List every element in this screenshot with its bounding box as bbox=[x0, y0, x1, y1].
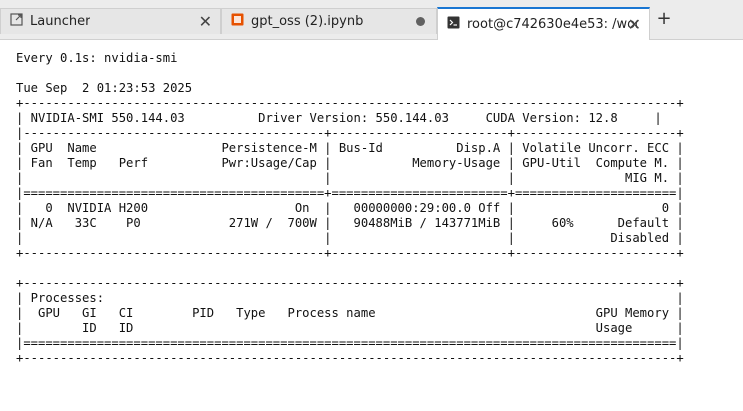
terminal-pane[interactable]: Every 0.1s: nvidia-smi Tue Sep 2 01:23:5… bbox=[0, 41, 743, 411]
tab-bar: Launcher ✕ gpt_oss (2).ipynb root@c74263… bbox=[0, 0, 743, 40]
terminal-line: | Fan Temp Perf Pwr:Usage/Cap | Memory-U… bbox=[16, 156, 684, 170]
notebook-icon bbox=[231, 13, 244, 30]
terminal-line: Tue Sep 2 01:23:53 2025 bbox=[16, 81, 193, 95]
terminal-line: | Processes: | bbox=[16, 291, 684, 305]
terminal-line: | ID ID Usage | bbox=[16, 321, 684, 335]
tab-label: Launcher bbox=[30, 14, 91, 29]
terminal-line: +---------------------------------------… bbox=[16, 351, 684, 365]
terminal-output: Every 0.1s: nvidia-smi Tue Sep 2 01:23:5… bbox=[16, 51, 684, 366]
terminal-line: +---------------------------------------… bbox=[16, 96, 684, 110]
terminal-line: | 0 NVIDIA H200 On | 00000000:29:00.0 Of… bbox=[16, 201, 684, 215]
terminal-line: | | | MIG M. | bbox=[16, 171, 684, 185]
tab-launcher[interactable]: Launcher ✕ bbox=[0, 8, 221, 34]
unsaved-dot-icon[interactable] bbox=[416, 17, 425, 26]
terminal-line: |=======================================… bbox=[16, 186, 684, 200]
terminal-line: | | | Disabled | bbox=[16, 231, 684, 245]
terminal-line: |---------------------------------------… bbox=[16, 126, 684, 140]
terminal-line: | N/A 33C P0 271W / 700W | 90488MiB / 14… bbox=[16, 216, 684, 230]
launcher-icon bbox=[10, 13, 23, 30]
terminal-icon bbox=[447, 16, 460, 33]
tab-label: root@c742630e4e53: /wor bbox=[467, 17, 637, 32]
tab-label: gpt_oss (2).ipynb bbox=[251, 14, 364, 29]
terminal-line: +---------------------------------------… bbox=[16, 276, 684, 290]
terminal-line: |=======================================… bbox=[16, 336, 684, 350]
terminal-line: | NVIDIA-SMI 550.144.03 Driver Version: … bbox=[16, 111, 662, 125]
close-tab-icon[interactable]: ✕ bbox=[199, 12, 212, 31]
terminal-line: | GPU GI CI PID Type Process name GPU Me… bbox=[16, 306, 684, 320]
terminal-line: +---------------------------------------… bbox=[16, 246, 684, 260]
tab-notebook[interactable]: gpt_oss (2).ipynb bbox=[221, 8, 437, 34]
close-tab-icon[interactable]: ✕ bbox=[628, 15, 641, 34]
terminal-line: | GPU Name Persistence-M | Bus-Id Disp.A… bbox=[16, 141, 684, 155]
terminal-line: Every 0.1s: nvidia-smi bbox=[16, 51, 178, 65]
tab-terminal[interactable]: root@c742630e4e53: /wor ✕ bbox=[437, 7, 650, 40]
add-tab-icon[interactable]: + bbox=[654, 8, 674, 30]
